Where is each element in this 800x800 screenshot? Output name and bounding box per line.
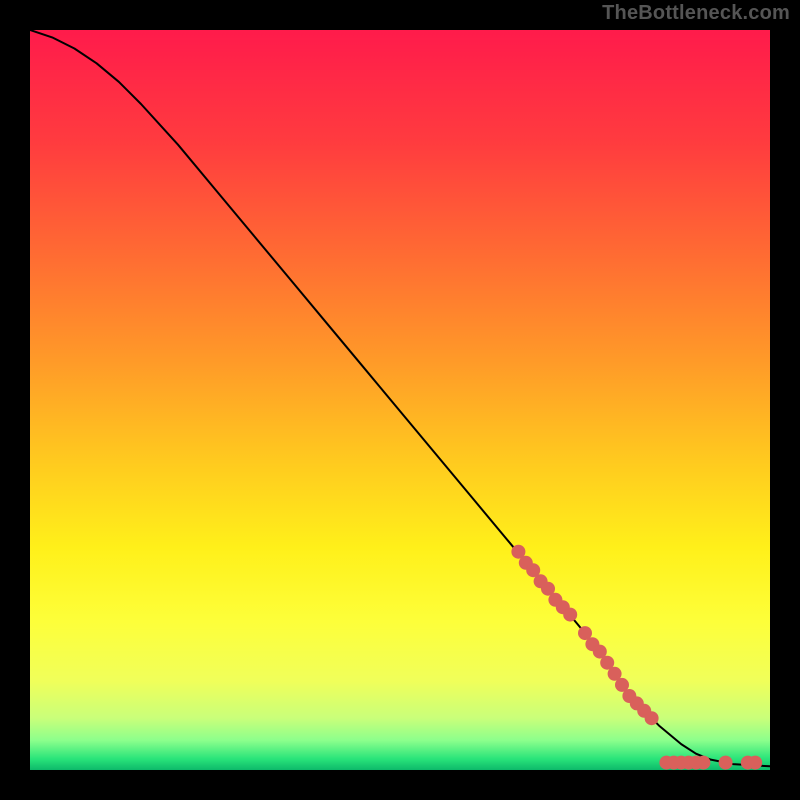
data-marker [696,756,710,770]
data-marker [719,756,733,770]
watermark-text: TheBottleneck.com [602,2,790,25]
data-marker [645,711,659,725]
data-marker [748,756,762,770]
gradient-background [30,30,770,770]
chart-svg [30,30,770,770]
chart-stage: TheBottleneck.com [0,0,800,800]
plot-area [30,30,770,770]
data-marker [563,608,577,622]
